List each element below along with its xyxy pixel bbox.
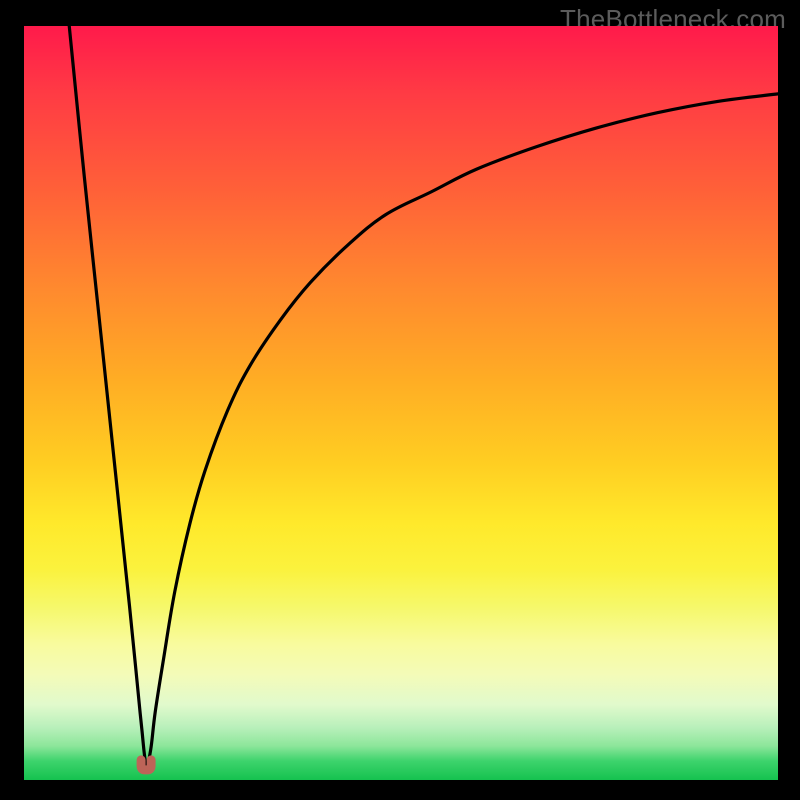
bottleneck-curve: [24, 26, 778, 780]
curve-path: [69, 26, 778, 766]
plot-area: [24, 26, 778, 780]
chart-stage: TheBottleneck.com: [0, 0, 800, 800]
